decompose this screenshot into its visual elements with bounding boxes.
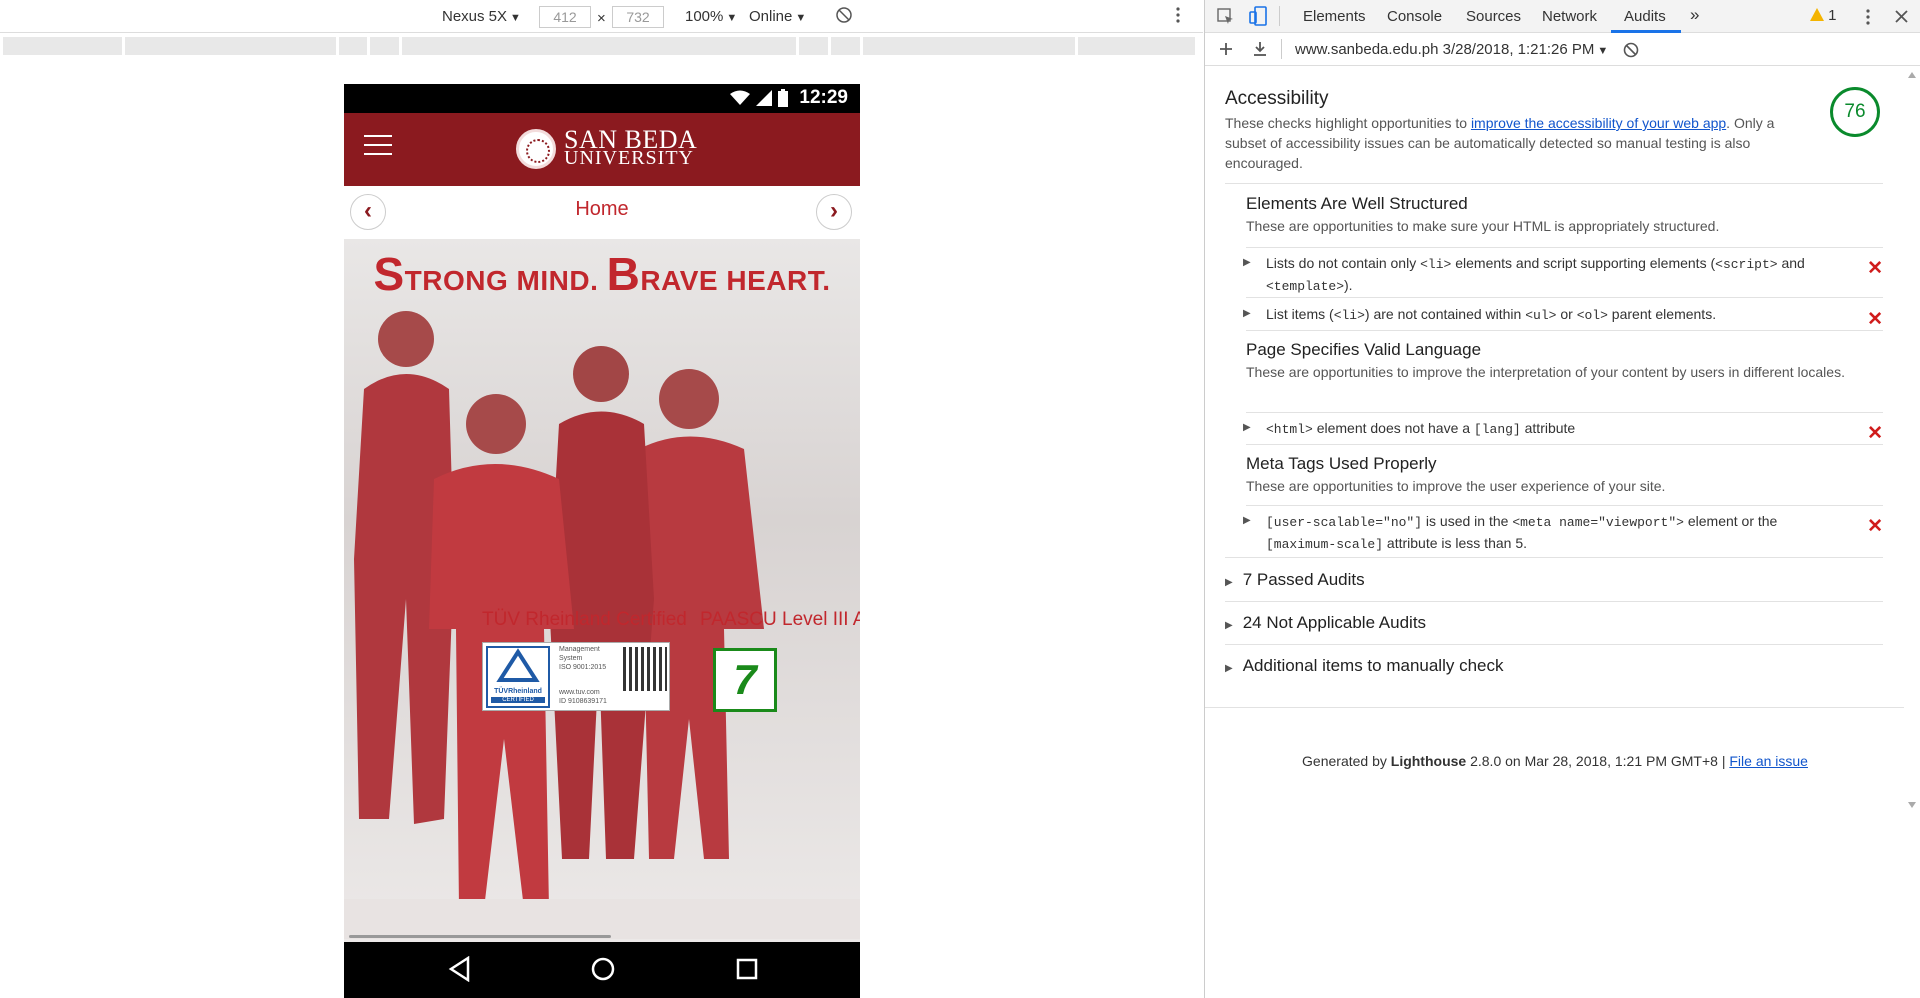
hero-banner: STRONG MIND. BRAVE HEART. TÜV Rheinland … bbox=[344, 239, 860, 942]
device-viewport: Nexus 5X ▼ 412 × 732 100% ▼ Online ▼ 12:29 bbox=[0, 0, 1203, 998]
tab-audits[interactable]: Audits bbox=[1624, 8, 1666, 25]
audit-report-select[interactable]: www.sanbeda.edu.ph 3/28/2018, 1:21:26 PM… bbox=[1295, 41, 1608, 58]
tuv-certification-badge[interactable]: TÜVRheinland CERTIFIED Management System… bbox=[482, 642, 670, 711]
tab-console[interactable]: Console bbox=[1387, 8, 1442, 25]
report-footer: Generated by Lighthouse 2.8.0 on Mar 28,… bbox=[1302, 753, 1808, 769]
audit-item[interactable]: ▶ Lists do not contain only <li> element… bbox=[1243, 253, 1883, 297]
media-query-ruler[interactable] bbox=[0, 37, 1203, 55]
paascu-label: PAASCU Level III Acc bbox=[700, 609, 860, 630]
prev-arrow-icon[interactable]: ‹ bbox=[350, 194, 386, 230]
passed-audits-section[interactable]: ▶ 7 Passed Audits bbox=[1225, 570, 1883, 590]
next-arrow-icon[interactable]: › bbox=[816, 194, 852, 230]
tab-network[interactable]: Network bbox=[1542, 8, 1597, 25]
category-description: These checks highlight opportunities to … bbox=[1225, 115, 1775, 171]
tuv-logo-icon: TÜVRheinland CERTIFIED bbox=[486, 646, 550, 708]
devtools-menu-icon[interactable] bbox=[1865, 8, 1871, 26]
paascu-badge[interactable]: 7 bbox=[713, 648, 777, 712]
phone-clock: 12:29 bbox=[799, 87, 848, 108]
audit-item[interactable]: ▶ <html> element does not have a [lang] … bbox=[1243, 418, 1883, 444]
zoom-select[interactable]: 100% ▼ bbox=[685, 8, 737, 25]
site-slider-nav: Home ‹ › bbox=[344, 186, 860, 239]
clear-icon[interactable] bbox=[1623, 42, 1639, 58]
tuv-details: Management System ISO 9001:2015 www.tuv.… bbox=[559, 646, 607, 705]
devtools-tab-bar: Elements Console Sources Network Audits … bbox=[1205, 0, 1920, 33]
group-title: Page Specifies Valid Language bbox=[1246, 340, 1482, 359]
score-gauge: 76 bbox=[1830, 87, 1880, 137]
rotate-icon[interactable] bbox=[835, 6, 853, 28]
warnings-counter[interactable]: 1 bbox=[1810, 7, 1837, 24]
group-description: These are opportunities to improve the u… bbox=[1246, 478, 1666, 494]
tab-sources[interactable]: Sources bbox=[1466, 8, 1521, 25]
phone-scrollbar[interactable] bbox=[349, 935, 611, 938]
back-icon[interactable] bbox=[448, 956, 472, 982]
recents-icon[interactable] bbox=[735, 956, 759, 982]
audits-toolbar: www.sanbeda.edu.ph 3/28/2018, 1:21:26 PM… bbox=[1205, 33, 1920, 66]
university-seal-icon bbox=[516, 129, 556, 169]
fail-icon: ✕ bbox=[1867, 516, 1883, 537]
dimension-separator: × bbox=[597, 10, 606, 27]
device-toolbar: Nexus 5X ▼ 412 × 732 100% ▼ Online ▼ bbox=[0, 0, 1203, 33]
width-input[interactable]: 412 bbox=[539, 6, 591, 28]
file-issue-link[interactable]: File an issue bbox=[1729, 753, 1808, 769]
report-scrollbar[interactable] bbox=[1904, 66, 1920, 998]
hero-title: STRONG MIND. BRAVE HEART. bbox=[373, 248, 831, 300]
nav-title[interactable]: Home bbox=[344, 198, 860, 221]
network-select[interactable]: Online ▼ bbox=[749, 8, 806, 25]
manual-checks-section[interactable]: ▶ Additional items to manually check bbox=[1225, 656, 1883, 676]
fail-icon: ✕ bbox=[1867, 309, 1883, 330]
height-input[interactable]: 732 bbox=[612, 6, 664, 28]
tab-elements[interactable]: Elements bbox=[1303, 8, 1366, 25]
logo-line2: UNIVERSITY bbox=[564, 147, 694, 169]
phone-status-bar: 12:29 bbox=[344, 84, 860, 113]
close-icon[interactable] bbox=[1895, 10, 1908, 23]
hamburger-menu-icon[interactable] bbox=[364, 135, 392, 161]
signal-icon bbox=[756, 90, 772, 106]
device-select[interactable]: Nexus 5X ▼ bbox=[442, 8, 521, 25]
add-audit-icon[interactable] bbox=[1219, 42, 1233, 56]
audit-item[interactable]: ▶ [user-scalable="no"] is used in the <m… bbox=[1243, 511, 1883, 555]
category-title: Accessibility bbox=[1225, 88, 1329, 109]
tuv-certified-label: TÜV Rheinland Certified bbox=[482, 609, 687, 630]
audit-report: Accessibility These checks highlight opp… bbox=[1205, 67, 1905, 998]
device-toolbar-icon[interactable] bbox=[1249, 6, 1269, 26]
group-title: Meta Tags Used Properly bbox=[1246, 454, 1437, 473]
home-icon[interactable] bbox=[590, 956, 616, 982]
tuv-brand: TÜVRheinland bbox=[494, 688, 542, 695]
not-applicable-section[interactable]: ▶ 24 Not Applicable Audits bbox=[1225, 613, 1883, 633]
more-tabs-icon[interactable]: » bbox=[1690, 5, 1699, 25]
battery-icon bbox=[778, 89, 788, 107]
warning-icon bbox=[1810, 8, 1824, 21]
site-header: SAN BEDA UNIVERSITY bbox=[344, 113, 860, 186]
qr-code-icon bbox=[623, 647, 667, 691]
group-title: Elements Are Well Structured bbox=[1246, 194, 1468, 213]
accessibility-link[interactable]: improve the accessibility of your web ap… bbox=[1471, 115, 1726, 131]
tuv-certified: CERTIFIED bbox=[491, 697, 545, 703]
site-logo[interactable]: SAN BEDA UNIVERSITY bbox=[516, 127, 697, 169]
audit-item[interactable]: ▶ List items (<li>) are not contained wi… bbox=[1243, 304, 1883, 330]
more-options-icon[interactable] bbox=[1175, 6, 1181, 28]
fail-icon: ✕ bbox=[1867, 423, 1883, 444]
download-icon[interactable] bbox=[1253, 41, 1267, 57]
fail-icon: ✕ bbox=[1867, 258, 1883, 279]
devtools-panel: Elements Console Sources Network Audits … bbox=[1204, 0, 1920, 998]
phone-screen: 12:29 SAN BEDA UNIVERSITY Home ‹ › STRON… bbox=[344, 84, 860, 998]
wifi-icon bbox=[730, 90, 750, 105]
group-description: These are opportunities to improve the i… bbox=[1246, 364, 1845, 380]
group-description: These are opportunities to make sure you… bbox=[1246, 218, 1720, 234]
phone-nav-bar bbox=[344, 942, 860, 998]
inspect-element-icon[interactable] bbox=[1217, 8, 1235, 26]
